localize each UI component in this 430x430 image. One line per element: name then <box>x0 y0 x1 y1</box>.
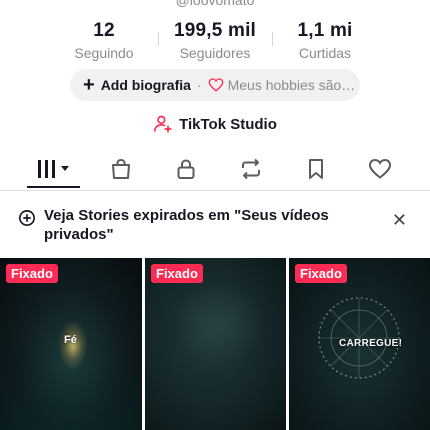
lock-icon <box>177 159 195 179</box>
profile-handle: @loovomato <box>175 0 255 8</box>
video-thumbnail[interactable]: Fixado Fé <box>0 258 142 430</box>
video-overlay-text: Fé <box>64 334 77 346</box>
tiktok-studio-label: TikTok Studio <box>179 115 277 133</box>
tab-favorites[interactable] <box>296 156 336 182</box>
following-label: Seguindo <box>74 45 134 61</box>
bio-separator: · <box>196 77 202 93</box>
followers-count: 199,5 mil <box>173 20 257 41</box>
stats-row: 12 Seguindo 199,5 mil Seguidores 1,1 mi … <box>0 20 430 64</box>
pinned-badge: Fixado <box>6 264 58 283</box>
bookmark-icon <box>309 159 323 179</box>
following-count: 12 <box>93 20 115 41</box>
stories-notice[interactable]: Veja Stories expirados em "Seus vídeos p… <box>18 206 413 246</box>
stat-followers[interactable]: 199,5 mil Seguidores <box>155 20 275 61</box>
likes-count: 1,1 mi <box>297 20 353 41</box>
person-add-icon <box>153 115 172 133</box>
close-icon[interactable]: ✕ <box>392 210 407 231</box>
fog-glow <box>175 278 265 368</box>
plus-icon: + <box>83 74 95 96</box>
pinned-badge: Fixado <box>295 264 347 283</box>
pinned-badge: Fixado <box>151 264 203 283</box>
notice-text: Veja Stories expirados em "Seus vídeos p… <box>44 207 329 243</box>
heart-outline-icon <box>208 78 223 92</box>
add-circle-icon <box>19 210 35 226</box>
tab-reposts[interactable] <box>231 156 271 182</box>
stat-likes[interactable]: 1,1 mi Curtidas <box>265 20 385 61</box>
tab-private[interactable] <box>166 156 206 182</box>
tab-videos[interactable] <box>32 156 76 182</box>
bio-bar[interactable]: + Add biografia · Meus hobbies são… <box>70 69 360 101</box>
stat-following[interactable]: 12 Seguindo <box>44 20 164 61</box>
video-overlay-text: CARREGUE! <box>339 338 403 349</box>
video-grid: Fixado Fé Fixado Fixado CARREGUE! <box>0 258 430 430</box>
grid-icon <box>38 160 69 178</box>
repost-icon <box>242 158 260 180</box>
tiktok-studio-link[interactable]: TikTok Studio <box>0 114 430 134</box>
add-bio-button[interactable]: Add biografia <box>101 77 191 93</box>
bag-icon <box>112 158 130 179</box>
tab-shop[interactable] <box>101 156 141 182</box>
hobbies-button[interactable]: Meus hobbies são… <box>228 77 356 93</box>
video-thumbnail[interactable]: Fixado <box>145 258 286 430</box>
heart-icon <box>368 158 392 179</box>
video-thumbnail[interactable]: Fixado CARREGUE! <box>289 258 430 430</box>
profile-tabs <box>0 150 430 191</box>
tab-liked[interactable] <box>360 156 400 182</box>
active-tab-indicator <box>27 186 80 188</box>
road-shade <box>0 368 142 430</box>
followers-label: Seguidores <box>179 45 251 61</box>
likes-label: Curtidas <box>298 45 352 61</box>
